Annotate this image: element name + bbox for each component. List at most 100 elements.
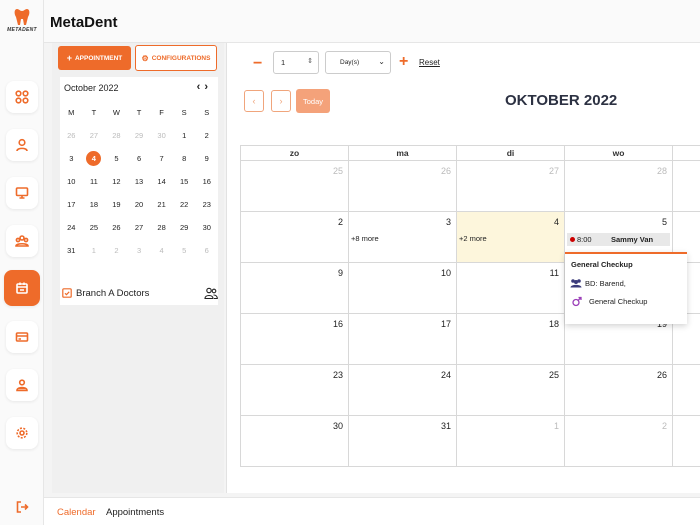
day-cell[interactable]: 24 <box>349 365 457 416</box>
rail-groups[interactable] <box>6 225 38 257</box>
mini-calendar-day[interactable]: 21 <box>150 200 173 209</box>
mini-calendar-day[interactable]: 25 <box>83 223 106 232</box>
mini-calendar-day[interactable]: 6 <box>128 154 151 163</box>
mini-calendar-day[interactable]: 29 <box>173 223 196 232</box>
mini-calendar-day[interactable]: 1 <box>83 246 106 255</box>
day-cell[interactable]: 9 <box>241 263 349 314</box>
mini-calendar-day[interactable]: 3 <box>128 246 151 255</box>
mini-calendar-day[interactable]: 22 <box>173 200 196 209</box>
day-cell[interactable]: 27 <box>457 161 565 212</box>
day-cell[interactable]: 25 <box>457 365 565 416</box>
mini-calendar-day[interactable]: 9 <box>195 154 218 163</box>
rail-settings[interactable] <box>6 417 38 449</box>
mini-calendar-day[interactable]: 15 <box>173 177 196 186</box>
mini-calendar-day[interactable]: 18 <box>83 200 106 209</box>
next-button[interactable]: › <box>271 90 291 112</box>
today-button[interactable]: Today <box>296 89 330 113</box>
mini-calendar-day[interactable]: 19 <box>105 200 128 209</box>
day-cell[interactable] <box>673 416 700 467</box>
mini-calendar-day[interactable]: 26 <box>60 131 83 140</box>
day-cell[interactable] <box>673 161 700 212</box>
appointment-popover: General Checkup BD: Barend, General Chec… <box>565 252 687 324</box>
rail-logout[interactable] <box>6 491 38 523</box>
prev-button[interactable]: ‹ <box>244 90 264 112</box>
mini-calendar-day[interactable]: 27 <box>83 131 106 140</box>
mini-calendar-day[interactable]: 28 <box>150 223 173 232</box>
mini-calendar-day[interactable]: 8 <box>173 154 196 163</box>
day-cell[interactable]: 16 <box>241 314 349 365</box>
day-cell[interactable]: 4 +2 more <box>457 212 565 263</box>
popover-treatment: General Checkup <box>589 297 648 306</box>
mini-calendar-day[interactable]: 26 <box>105 223 128 232</box>
mini-calendar-day[interactable]: 2 <box>195 131 218 140</box>
day-cell[interactable]: 30 <box>241 416 349 467</box>
rail-calendar[interactable] <box>4 270 40 306</box>
mini-calendar-day[interactable]: 29 <box>128 131 151 140</box>
mini-calendar-day[interactable]: 10 <box>60 177 83 186</box>
mini-calendar-day[interactable]: 24 <box>60 223 83 232</box>
day-cell[interactable]: 28 <box>565 161 673 212</box>
decrement-button[interactable]: − <box>253 55 262 73</box>
day-cell[interactable]: 25 <box>241 161 349 212</box>
day-cell[interactable]: 18 <box>457 314 565 365</box>
users-icon[interactable] <box>204 286 218 300</box>
tab-appointments[interactable]: Appointments <box>106 507 164 518</box>
day-cell[interactable] <box>673 365 700 416</box>
mini-calendar-day[interactable]: 5 <box>105 154 128 163</box>
day-cell[interactable]: 2 <box>241 212 349 263</box>
increment-button[interactable]: + <box>399 53 408 71</box>
mini-calendar-day[interactable]: 17 <box>60 200 83 209</box>
mini-calendar-day[interactable]: 16 <box>195 177 218 186</box>
mini-calendar-day[interactable]: 7 <box>150 154 173 163</box>
mini-calendar-day[interactable]: 2 <box>105 246 128 255</box>
app-logo[interactable]: METADENT <box>4 8 40 40</box>
day-cell[interactable]: 3 +8 more <box>349 212 457 263</box>
mini-calendar-day[interactable]: 20 <box>128 200 151 209</box>
mini-calendar-day[interactable]: 13 <box>128 177 151 186</box>
more-events-link[interactable]: +8 more <box>351 234 379 243</box>
chevron-right-icon[interactable]: › <box>204 81 212 93</box>
mini-calendar-day[interactable]: 1 <box>173 131 196 140</box>
mini-calendar-day[interactable]: 30 <box>195 223 218 232</box>
rail-billing[interactable] <box>6 321 38 353</box>
rail-monitor[interactable] <box>6 177 38 209</box>
mini-calendar-day[interactable]: 12 <box>105 177 128 186</box>
mini-calendar-day[interactable]: 14 <box>150 177 173 186</box>
day-cell[interactable]: 10 <box>349 263 457 314</box>
mini-calendar-day[interactable]: 31 <box>60 246 83 255</box>
mini-calendar-day[interactable]: 23 <box>195 200 218 209</box>
rail-users[interactable] <box>6 369 38 401</box>
mini-calendar-day[interactable]: 4 <box>83 151 106 166</box>
mini-calendar-day[interactable]: 5 <box>173 246 196 255</box>
mini-calendar-day[interactable]: 11 <box>83 177 106 186</box>
rail-dashboard[interactable] <box>6 81 38 113</box>
event-chip[interactable]: 8:00 Sammy Van <box>567 233 670 246</box>
day-cell[interactable]: 23 <box>241 365 349 416</box>
weekday-label: T <box>136 108 142 117</box>
day-cell[interactable]: 11 <box>457 263 565 314</box>
day-cell[interactable]: 26 <box>349 161 457 212</box>
reset-link[interactable]: Reset <box>419 58 440 67</box>
day-cell[interactable]: 1 <box>457 416 565 467</box>
configurations-button[interactable]: ⚙ CONFIGURATIONS <box>135 45 217 71</box>
day-cell[interactable]: 2 <box>565 416 673 467</box>
range-count-input[interactable]: 1 ⇕ <box>273 51 319 74</box>
day-cell[interactable]: 26 <box>565 365 673 416</box>
mini-calendar-day[interactable]: 27 <box>128 223 151 232</box>
day-cell[interactable]: 31 <box>349 416 457 467</box>
mini-calendar-day[interactable]: 3 <box>60 154 83 163</box>
mini-calendar-day[interactable]: 4 <box>150 246 173 255</box>
day-number: 4 <box>553 217 559 227</box>
rail-patients[interactable] <box>6 129 38 161</box>
mini-calendar-day[interactable]: 28 <box>105 131 128 140</box>
mini-calendar-day[interactable]: 30 <box>150 131 173 140</box>
tab-calendar[interactable]: Calendar <box>57 507 96 518</box>
mini-calendar-nav[interactable]: ‹› <box>197 81 212 93</box>
mini-calendar-day[interactable]: 6 <box>195 246 218 255</box>
new-appointment-button[interactable]: + APPOINTMENT <box>58 46 131 70</box>
range-unit-select[interactable]: Day(s) ⌄ <box>325 51 391 74</box>
more-events-link[interactable]: +2 more <box>459 234 487 243</box>
branch-row[interactable]: Branch A Doctors <box>60 285 218 301</box>
day-cell[interactable]: 17 <box>349 314 457 365</box>
spinner-icon[interactable]: ⇕ <box>307 57 313 65</box>
